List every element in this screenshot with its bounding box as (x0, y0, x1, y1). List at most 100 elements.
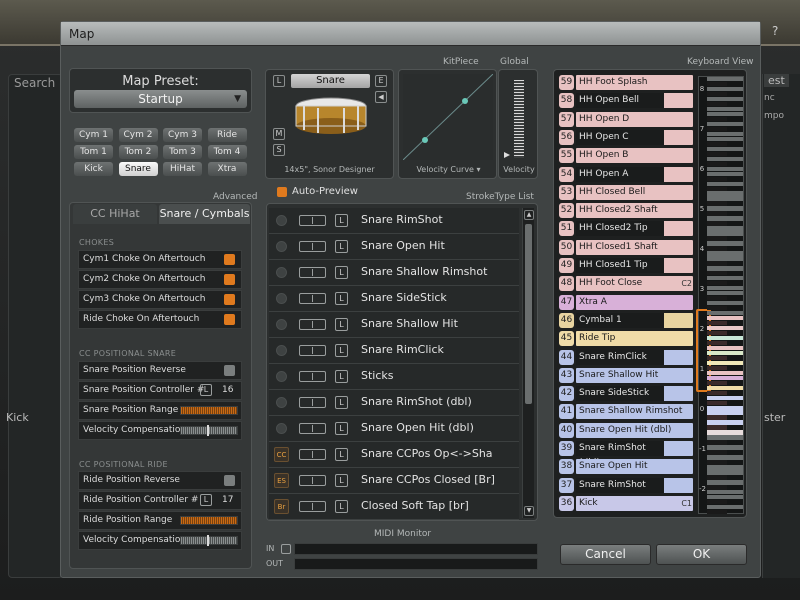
piano-key[interactable] (707, 420, 743, 425)
stroketype-scrollbar[interactable]: ▲ ▼ (522, 208, 534, 518)
piano-key[interactable] (707, 146, 743, 152)
choke-checkbox[interactable] (224, 274, 235, 285)
slider-handle-icon[interactable] (504, 152, 510, 158)
piano-key[interactable] (707, 345, 743, 351)
learn-button[interactable]: L (335, 240, 348, 253)
velocity-range-toggle[interactable] (299, 501, 326, 512)
keymap-row[interactable]: 51 HH Closed2 Tip (556, 220, 694, 237)
piano-key[interactable] (707, 161, 727, 166)
piano-key[interactable] (707, 221, 727, 226)
piano-key[interactable] (707, 300, 743, 306)
map-preset-dropdown[interactable]: Startup ▼ (74, 90, 247, 108)
scroll-up-icon[interactable]: ▲ (524, 210, 534, 220)
piano-key[interactable] (707, 385, 743, 390)
piano-key[interactable] (707, 86, 743, 92)
piano-key[interactable] (707, 271, 727, 276)
stroketype-badge-icon[interactable]: ES (274, 473, 289, 488)
piano-key[interactable] (707, 191, 743, 196)
piano-key[interactable] (707, 121, 743, 127)
dialog-titlebar[interactable]: Map (61, 22, 760, 46)
kit-button-cym1[interactable]: Cym 1 (74, 128, 113, 142)
choke-checkbox[interactable] (224, 314, 235, 325)
piano-key[interactable] (707, 231, 743, 236)
ride-velocity-compensation-slider[interactable] (180, 535, 238, 546)
tab-cc-hihat[interactable]: CC HiHat (73, 204, 157, 224)
piano-key[interactable] (707, 510, 727, 515)
ok-button[interactable]: OK (656, 544, 747, 565)
piano-key[interactable] (707, 111, 743, 117)
kit-button-tom3[interactable]: Tom 3 (163, 145, 202, 159)
stroketype-row[interactable]: L Snare RimShot (269, 208, 519, 234)
learn-button[interactable]: L (335, 396, 348, 409)
keymap-row[interactable]: 59 HH Foot Splash (556, 74, 694, 91)
keymap-row[interactable]: 47 Xtra A (556, 294, 694, 311)
keymap-row[interactable]: 48 HH Foot Close C2 (556, 275, 694, 292)
piano-key[interactable] (707, 400, 727, 405)
velocity-range-toggle[interactable] (299, 397, 326, 408)
piano-key[interactable] (707, 490, 743, 495)
piano-key[interactable] (707, 455, 743, 460)
preview-dot-icon[interactable] (276, 293, 287, 304)
keymap-row[interactable]: 37 Snare RimShot (556, 477, 694, 494)
learn-button[interactable]: L (335, 448, 348, 461)
piano-key[interactable] (707, 365, 727, 371)
snare-position-reverse-row[interactable]: Snare Position Reverse (78, 361, 242, 380)
piano-key[interactable] (707, 211, 727, 216)
piano-key[interactable] (707, 315, 743, 321)
piano-key[interactable] (707, 505, 743, 510)
piano-key[interactable] (707, 445, 743, 450)
piano-key[interactable] (707, 101, 727, 107)
preview-dot-icon[interactable] (276, 423, 287, 434)
choke-checkbox[interactable] (224, 294, 235, 305)
stroketype-row[interactable]: L Snare Shallow Hit (269, 312, 519, 338)
choke-row[interactable]: Cym3 Choke On Aftertouch (78, 290, 242, 309)
keymap-row[interactable]: 54 HH Open A (556, 166, 694, 183)
preview-dot-icon[interactable] (276, 371, 287, 382)
piano-key[interactable] (707, 410, 743, 415)
scroll-down-icon[interactable]: ▼ (524, 506, 534, 516)
kit-button-tom2[interactable]: Tom 2 (118, 145, 158, 159)
preview-dot-icon[interactable] (276, 319, 287, 330)
kit-button-tom1[interactable]: Tom 1 (74, 145, 113, 159)
keymap-row[interactable]: 46 Cymbal 1 (556, 312, 694, 329)
preview-dot-icon[interactable] (276, 345, 287, 356)
piano-key[interactable] (707, 286, 743, 291)
keymap-row[interactable]: 57 HH Open D (556, 111, 694, 128)
piano-key[interactable] (707, 206, 743, 211)
learn-button[interactable]: L (200, 494, 212, 506)
ride-position-controller-value[interactable]: 17 (222, 492, 233, 509)
piano-key[interactable] (707, 380, 727, 385)
piano-key[interactable] (707, 415, 727, 420)
piano-key[interactable] (707, 390, 727, 395)
snare-position-controller-value[interactable]: 16 (222, 382, 233, 399)
snare-velocity-compensation-slider[interactable] (180, 425, 238, 436)
piano-key[interactable] (707, 276, 743, 281)
velocity-range-toggle[interactable] (299, 345, 326, 356)
keymap-row[interactable]: 52 HH Closed2 Shaft (556, 202, 694, 219)
velocity-range-toggle[interactable] (299, 475, 326, 486)
piano-key[interactable] (707, 216, 743, 221)
keymap-row[interactable]: 39Snare RimShot (dbl) (556, 440, 694, 468)
piano-key[interactable] (707, 350, 743, 356)
keymap-row[interactable]: 40 Snare Open Hit (dbl) (556, 422, 694, 439)
velocity-range-toggle[interactable] (299, 449, 326, 460)
choke-checkbox[interactable] (224, 254, 235, 265)
stroketype-row[interactable]: L Snare Open Hit (269, 234, 519, 260)
learn-button[interactable]: L (335, 474, 348, 487)
piano-key[interactable] (707, 495, 743, 500)
piano-key[interactable] (707, 430, 743, 435)
keymap-row[interactable]: 42 Snare SideStick (556, 385, 694, 402)
keymap-row[interactable]: 41 Snare Shallow Rimshot (556, 403, 694, 420)
piano-key[interactable] (707, 460, 727, 465)
piano-key[interactable] (707, 475, 727, 480)
speaker-icon[interactable]: ◀ (375, 91, 387, 103)
piano-key[interactable] (707, 106, 743, 112)
ride-position-reverse-checkbox[interactable] (224, 475, 235, 486)
stroketype-badge-icon[interactable]: CC (274, 447, 289, 462)
global-velocity-meter[interactable] (514, 80, 524, 158)
velocity-curve-dropdown[interactable]: Velocity Curve ▾ (399, 165, 498, 174)
piano-key[interactable] (707, 335, 743, 341)
keymap-row[interactable]: 56 HH Open C (556, 129, 694, 146)
piano-key[interactable] (707, 77, 743, 82)
keymap-row[interactable]: 53 HH Closed Bell (556, 184, 694, 201)
